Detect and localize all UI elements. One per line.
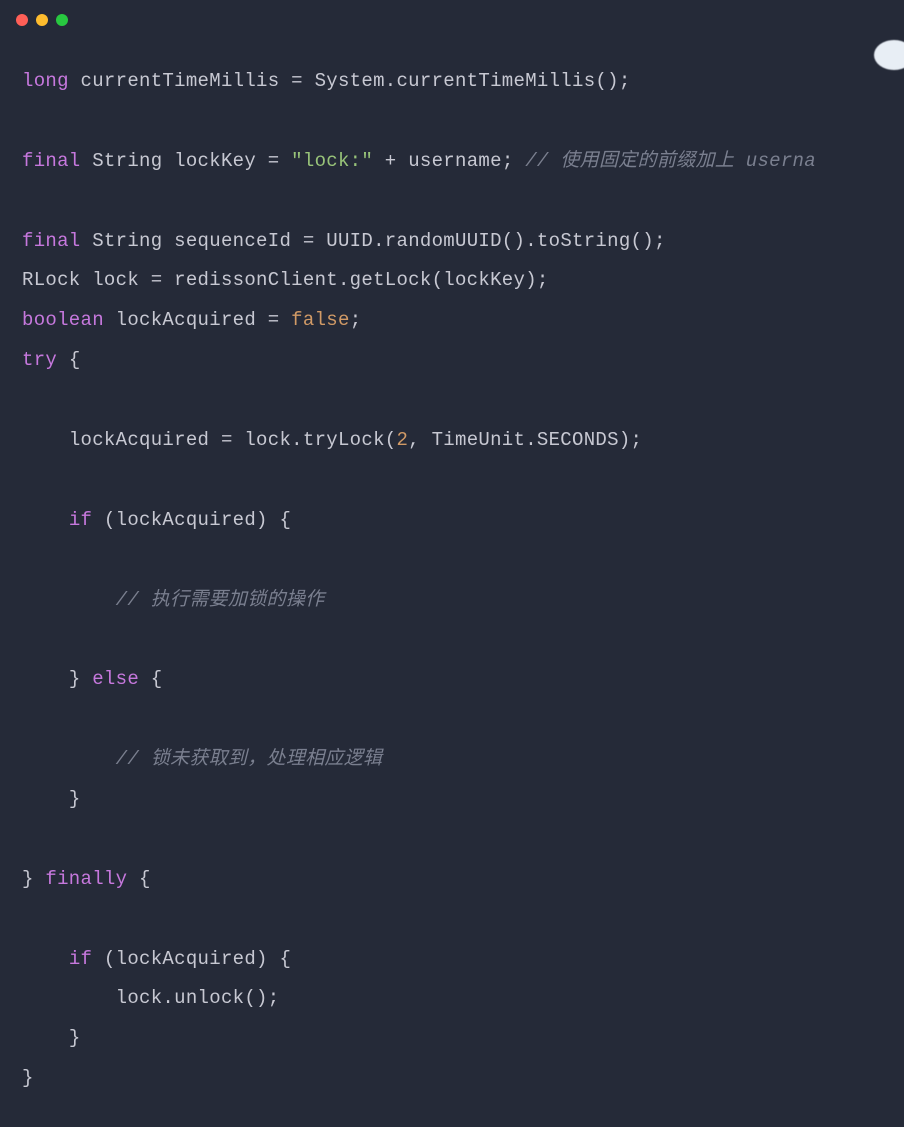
operator: = [221,429,233,451]
semicolon: ; [537,269,549,291]
keyword-boolean: boolean [22,309,104,331]
semicolon: ; [619,70,631,92]
brace-close: } [22,868,34,890]
comment: // 使用固定的前缀加上 userna [525,150,816,172]
condition: (lockAcquired) [104,509,268,531]
brace-open: { [69,349,81,371]
identifier: lockAcquired [116,309,256,331]
brace-open: { [279,509,291,531]
expression: UUID.randomUUID().toString() [326,230,654,252]
keyword-final: final [22,150,81,172]
identifier: lockAcquired [69,429,209,451]
expression: redissonClient.getLock(lockKey) [174,269,537,291]
type: String [92,150,162,172]
comment: // 锁未获取到，处理相应逻辑 [116,748,383,770]
expression: , TimeUnit.SECONDS) [408,429,630,451]
identifier: sequenceId [174,230,291,252]
type: String [92,230,162,252]
keyword-long: long [22,70,69,92]
expression: lock.tryLock( [244,429,396,451]
brace-close: } [69,668,81,690]
semicolon: ; [502,150,514,172]
semicolon: ; [654,230,666,252]
identifier: lockKey [174,150,256,172]
semicolon: ; [631,429,643,451]
operator: + [385,150,397,172]
identifier: lock [92,269,139,291]
window-titlebar [0,0,904,40]
keyword-try: try [22,349,57,371]
semicolon: ; [350,309,362,331]
brace-open: { [279,948,291,970]
brace-close: } [22,1067,34,1089]
operator: = [268,309,280,331]
brace-close: } [69,788,81,810]
operator: = [151,269,163,291]
type: RLock [22,269,81,291]
number-literal: 2 [396,429,408,451]
keyword-final: final [22,230,81,252]
statement: lock.unlock(); [116,987,280,1009]
boolean-literal: false [291,309,350,331]
keyword-finally: finally [45,868,127,890]
brace-close: } [69,1027,81,1049]
brace-open: { [139,868,151,890]
zoom-icon[interactable] [56,14,68,26]
identifier: currentTimeMillis [81,70,280,92]
identifier: username [408,150,502,172]
keyword-if: if [69,948,92,970]
minimize-icon[interactable] [36,14,48,26]
operator: = [303,230,315,252]
string-literal: "lock:" [291,150,373,172]
operator: = [268,150,280,172]
condition: (lockAcquired) [104,948,268,970]
operator: = [291,70,303,92]
code-block: long currentTimeMillis = System.currentT… [0,40,904,1127]
brace-open: { [151,668,163,690]
comment: // 执行需要加锁的操作 [116,589,325,611]
keyword-else: else [92,668,139,690]
expression: System.currentTimeMillis() [315,70,619,92]
keyword-if: if [69,509,92,531]
close-icon[interactable] [16,14,28,26]
